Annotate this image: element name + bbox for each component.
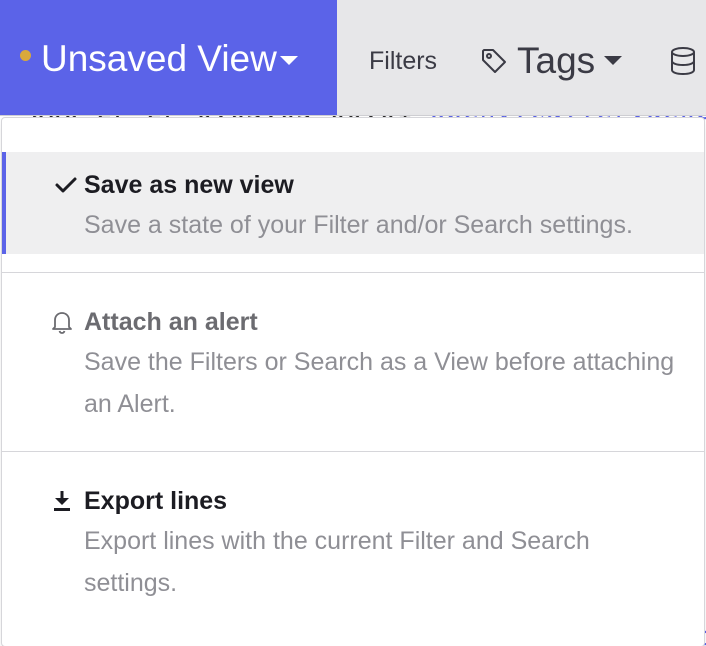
tag-icon	[482, 49, 506, 73]
bell-icon	[52, 312, 72, 334]
chevron-down-icon	[604, 56, 622, 65]
filters-button[interactable]: Filters	[369, 45, 437, 77]
chevron-down-icon	[280, 56, 298, 65]
menu-item-title: Save as new view	[84, 171, 294, 199]
app-root: 000 2F 2F 0:03:05 00:01 openvtcallerydex…	[0, 0, 706, 646]
menu-item-title: Export lines	[84, 487, 228, 515]
menu-item-description: Export lines with the current Filter and…	[84, 527, 590, 597]
top-toolbar: Unsaved View Filters Tags	[0, 0, 706, 116]
menu-item-export-lines[interactable]: Export lines Export lines with the curre…	[2, 451, 704, 621]
download-icon	[54, 491, 70, 511]
database-icon[interactable]	[667, 45, 699, 77]
menu-item-description: Save a state of your Filter and/or Searc…	[84, 211, 633, 239]
checkmark-icon	[55, 177, 77, 193]
menu-item-description: Save the Filters or Search as a View bef…	[84, 348, 675, 418]
menu-item-save-as-new-view[interactable]: Save as new view Save a state of your Fi…	[2, 152, 704, 254]
view-selector-button[interactable]: Unsaved View	[0, 0, 337, 115]
menu-item-attach-alert[interactable]: Attach an alert Save the Filters or Sear…	[2, 272, 704, 450]
menu-item-title: Attach an alert	[84, 308, 258, 336]
unsaved-indicator-dot	[20, 50, 31, 61]
view-actions-dropdown: Save as new view Save a state of your Fi…	[1, 117, 705, 646]
tags-button[interactable]: Tags	[517, 38, 595, 84]
view-title: Unsaved View	[41, 38, 277, 79]
